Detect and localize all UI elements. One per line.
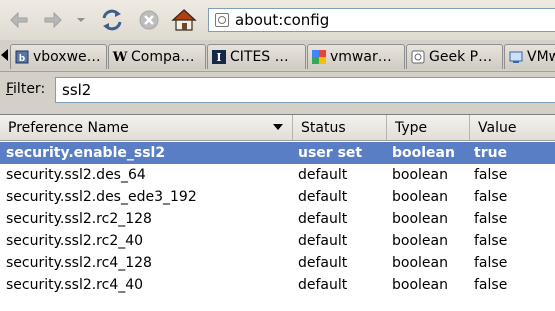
cell-status: default (298, 167, 348, 183)
cell-preference-name: security.ssl2.rc2_40 (6, 233, 144, 249)
cell-preference-name: security.ssl2.des_64 (6, 167, 146, 183)
column-header-value[interactable]: Value (470, 115, 555, 140)
tab-label: vmwar… (330, 49, 392, 65)
cell-status: default (298, 233, 348, 249)
forward-arrow-icon (44, 11, 62, 29)
cell-preference-name: security.ssl2.rc2_128 (6, 211, 152, 227)
cell-status: default (298, 189, 348, 205)
filter-label: Filter: (6, 81, 46, 97)
table-header: Preference Name Status Type Value (0, 115, 555, 141)
google-favicon-icon (312, 50, 326, 64)
vm-favicon-icon (509, 50, 523, 64)
chevron-down-icon (77, 18, 85, 22)
cell-value: true (474, 145, 508, 161)
history-dropdown-button[interactable] (74, 7, 88, 33)
cell-type: boolean (392, 145, 455, 161)
tab-vboxweb[interactable]: b vboxwe… (10, 44, 107, 69)
tab-label: Geek P… (429, 49, 493, 65)
firefox-favicon-icon: b (15, 50, 29, 64)
tab-vmware[interactable]: vmwar… (307, 44, 405, 69)
cell-preference-name: security.ssl2.des_ede3_192 (6, 189, 197, 205)
page-favicon-icon (411, 50, 425, 64)
navigation-toolbar: about:config (0, 0, 555, 40)
table-body: security.enable_ssl2 user set boolean tr… (0, 142, 555, 296)
tab-cites[interactable]: I CITES … (207, 44, 306, 69)
home-icon (171, 9, 197, 31)
column-header-type[interactable]: Type (387, 115, 470, 140)
filter-input-value: ssl2 (62, 81, 92, 99)
cell-status: user set (298, 145, 363, 161)
stop-icon (139, 10, 159, 30)
tab-scroll-left-icon[interactable] (1, 49, 8, 61)
cell-status: default (298, 211, 348, 227)
cell-type: boolean (392, 167, 448, 183)
tab-label: VMw (527, 49, 555, 65)
cell-type: boolean (392, 211, 448, 227)
tab-strip: b vboxwe… W Compa… I CITES … vmwar… Geek… (0, 40, 555, 72)
cell-status: default (298, 277, 348, 293)
cell-type: boolean (392, 233, 448, 249)
table-row[interactable]: security.ssl2.rc4_40 default boolean fal… (0, 274, 555, 296)
tab-compa[interactable]: W Compa… (108, 44, 206, 69)
cell-status: default (298, 255, 348, 271)
cell-value: false (474, 277, 508, 293)
back-button[interactable] (8, 7, 30, 33)
cell-type: boolean (392, 189, 448, 205)
table-row[interactable]: security.ssl2.rc2_128 default boolean fa… (0, 208, 555, 230)
table-row[interactable]: security.ssl2.des_64 default boolean fal… (0, 164, 555, 186)
url-text: about:config (235, 11, 330, 29)
filter-bar: Filter: ssl2 (0, 72, 555, 108)
column-header-preference-name[interactable]: Preference Name (0, 115, 293, 140)
cell-value: false (474, 189, 508, 205)
cell-preference-name: security.enable_ssl2 (6, 145, 166, 161)
cell-value: false (474, 255, 508, 271)
reload-icon (102, 9, 122, 31)
back-arrow-icon (10, 11, 28, 29)
cell-type: boolean (392, 277, 448, 293)
column-header-status[interactable]: Status (293, 115, 387, 140)
page-identity-icon[interactable] (215, 13, 229, 27)
table-row[interactable]: security.ssl2.rc4_128 default boolean fa… (0, 252, 555, 274)
table-row[interactable]: security.enable_ssl2 user set boolean tr… (0, 142, 555, 164)
url-bar[interactable]: about:config (208, 8, 555, 32)
tab-label: CITES … (230, 49, 289, 65)
home-button[interactable] (170, 7, 198, 33)
tab-geek[interactable]: Geek P… (406, 44, 503, 69)
forward-button[interactable] (42, 7, 64, 33)
table-row[interactable]: security.ssl2.des_ede3_192 default boole… (0, 186, 555, 208)
table-row[interactable]: security.ssl2.rc2_40 default boolean fal… (0, 230, 555, 252)
preferences-table: Preference Name Status Type Value securi… (0, 114, 555, 311)
cell-value: false (474, 167, 508, 183)
filter-input[interactable]: ssl2 (55, 77, 555, 103)
cell-preference-name: security.ssl2.rc4_128 (6, 255, 152, 271)
tab-label: vboxwe… (33, 49, 101, 65)
cell-preference-name: security.ssl2.rc4_40 (6, 277, 144, 293)
sort-descending-icon (273, 124, 283, 130)
wikipedia-favicon-icon: W (112, 49, 128, 65)
tab-label: Compa… (131, 49, 195, 65)
tab-vmw[interactable]: VMw (504, 44, 555, 69)
svg-text:b: b (19, 54, 26, 64)
illinois-favicon-icon: I (212, 50, 226, 64)
cell-value: false (474, 233, 508, 249)
reload-button[interactable] (98, 7, 126, 33)
stop-button[interactable] (136, 7, 162, 33)
cell-value: false (474, 211, 508, 227)
cell-type: boolean (392, 255, 448, 271)
